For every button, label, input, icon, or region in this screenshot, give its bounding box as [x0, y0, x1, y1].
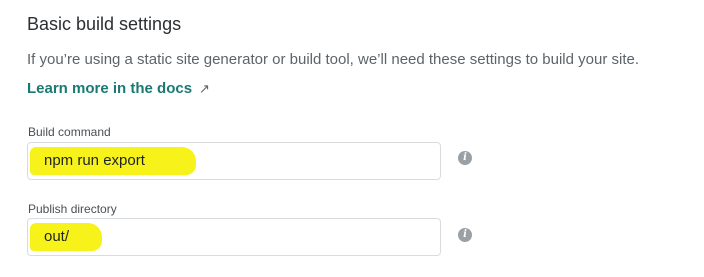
section-title: Basic build settings: [27, 14, 182, 34]
learn-more-link[interactable]: Learn more in the docs ↗: [27, 80, 210, 97]
learn-more-label: Learn more in the docs: [27, 80, 193, 97]
build-command-value: npm run export: [44, 152, 145, 169]
publish-directory-value: out/: [44, 228, 70, 245]
publish-directory-label: Publish directory: [28, 202, 117, 216]
publish-directory-input[interactable]: out/: [27, 218, 441, 256]
info-icon[interactable]: i: [458, 228, 472, 242]
build-settings-panel: Basic build settings If you’re using a s…: [0, 0, 704, 277]
build-command-input[interactable]: npm run export: [27, 142, 441, 180]
section-description: If you’re using a static site generator …: [27, 51, 640, 68]
external-link-icon: ↗: [199, 81, 210, 96]
info-icon[interactable]: i: [458, 151, 472, 165]
build-command-label: Build command: [28, 125, 111, 139]
